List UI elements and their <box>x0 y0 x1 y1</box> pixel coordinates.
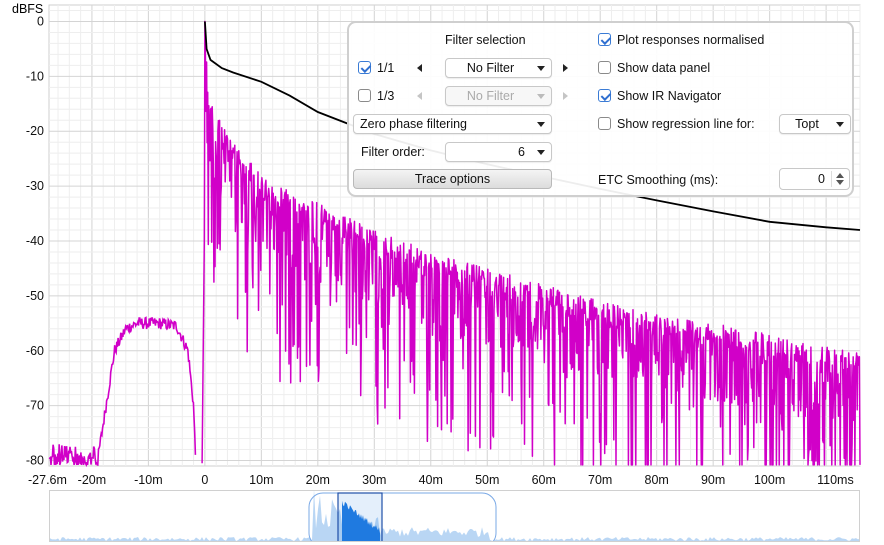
y-tick-label: -10 <box>26 69 44 83</box>
x-tick-label: 10m <box>249 473 273 487</box>
filter-order-value: 6 <box>518 145 525 159</box>
x-tick-label: -20m <box>78 473 106 487</box>
show-data-panel-checkbox[interactable] <box>598 61 611 74</box>
filter-panel: Filter selection 1/1 No Filter 1/3 No Fi… <box>347 21 854 197</box>
etc-smoothing-value: 0 <box>818 172 825 186</box>
y-axis-label: dBFS <box>12 2 43 16</box>
y-tick-label: -20 <box>26 124 44 138</box>
stepper-down-icon[interactable] <box>836 180 844 185</box>
show-regression-checkbox[interactable] <box>598 117 611 130</box>
octave-1-1-label: 1/1 <box>377 61 395 75</box>
navigator-envelope <box>50 491 859 541</box>
chevron-down-icon <box>537 94 545 99</box>
y-tick-label: -30 <box>26 179 44 193</box>
next-filter-1-1-icon[interactable] <box>563 64 568 72</box>
show-regression-label: Show regression line for: <box>617 117 755 131</box>
x-tick-label: 110ms <box>817 473 854 487</box>
y-tick-label: -60 <box>26 344 44 358</box>
show-data-panel-label: Show data panel <box>617 61 711 75</box>
y-tick-label: -70 <box>26 399 44 413</box>
filter-1-3-dropdown[interactable]: No Filter <box>445 86 552 106</box>
octave-1-3-label: 1/3 <box>377 89 395 103</box>
x-tick-label: 80m <box>645 473 669 487</box>
stepper-up-icon[interactable] <box>836 173 844 178</box>
phase-filtering-value: Zero phase filtering <box>360 117 468 131</box>
x-tick-label: -27.6m <box>28 473 67 487</box>
filter-selection-title: Filter selection <box>445 33 526 47</box>
x-tick-label: 90m <box>701 473 725 487</box>
show-ir-navigator-checkbox[interactable] <box>598 89 611 102</box>
ir-navigator-plot <box>50 491 859 541</box>
plot-normalised-label: Plot responses normalised <box>617 33 765 47</box>
x-tick-label: 70m <box>588 473 612 487</box>
show-ir-navigator-label: Show IR Navigator <box>617 89 722 103</box>
filter-1-1-value: No Filter <box>466 61 515 75</box>
x-tick-label: 50m <box>475 473 499 487</box>
regression-dropdown[interactable]: Topt <box>779 114 851 134</box>
x-tick-label: 100m <box>754 473 785 487</box>
plot-normalised-checkbox[interactable] <box>598 33 611 46</box>
chevron-down-icon <box>537 66 545 71</box>
y-tick-label: -40 <box>26 234 44 248</box>
ir-navigator[interactable] <box>49 490 860 542</box>
regression-value: Topt <box>795 117 819 131</box>
next-filter-1-3-icon[interactable] <box>563 92 568 100</box>
filter-1-1-dropdown[interactable]: No Filter <box>445 58 552 78</box>
etc-smoothing-stepper[interactable]: 0 <box>779 168 850 190</box>
octave-1-3-checkbox[interactable] <box>358 89 371 102</box>
y-tick-label: -80 <box>26 454 44 468</box>
y-tick-label: -50 <box>26 289 44 303</box>
filter-1-3-value: No Filter <box>466 89 515 103</box>
x-tick-label: 30m <box>362 473 386 487</box>
prev-filter-1-3-icon[interactable] <box>417 92 422 100</box>
chevron-down-icon <box>836 122 844 127</box>
chevron-down-icon <box>537 150 545 155</box>
phase-filtering-dropdown[interactable]: Zero phase filtering <box>353 114 552 134</box>
y-tick-label: 0 <box>37 14 44 28</box>
trace-options-button[interactable]: Trace options <box>353 169 552 189</box>
x-tick-label: -10m <box>134 473 162 487</box>
octave-1-1-checkbox[interactable] <box>358 61 371 74</box>
etc-smoothing-label: ETC Smoothing (ms): <box>598 173 719 187</box>
prev-filter-1-1-icon[interactable] <box>417 64 422 72</box>
chevron-down-icon <box>537 122 545 127</box>
filter-order-label: Filter order: <box>361 145 425 159</box>
filter-order-dropdown[interactable]: 6 <box>445 142 552 162</box>
x-tick-label: 60m <box>532 473 556 487</box>
x-tick-label: 20m <box>306 473 330 487</box>
x-tick-label: 0 <box>201 473 208 487</box>
x-tick-label: 40m <box>419 473 443 487</box>
